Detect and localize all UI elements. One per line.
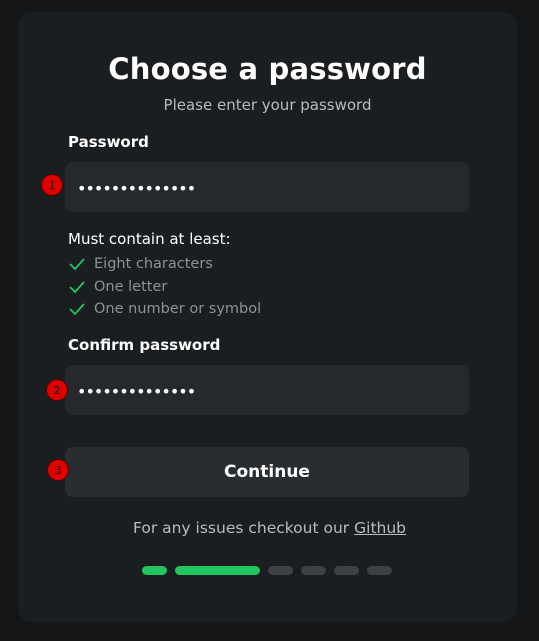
- progress-step: [142, 566, 167, 575]
- requirements-title: Must contain at least:: [68, 230, 231, 248]
- confirm-password-input[interactable]: [75, 365, 459, 417]
- check-icon: [69, 303, 85, 316]
- requirement-text: Eight characters: [94, 256, 213, 273]
- requirement-item: One number or symbol: [68, 298, 261, 321]
- check-icon: [69, 281, 85, 294]
- confirm-password-label: Confirm password: [68, 336, 221, 354]
- password-field-container: [65, 162, 469, 214]
- footer-text: For any issues checkout our Github: [0, 519, 539, 537]
- page-title: Choose a password: [108, 52, 427, 86]
- progress-step: [175, 566, 260, 575]
- requirement-item: Eight characters: [68, 253, 261, 276]
- requirement-item: One letter: [68, 276, 261, 299]
- password-input[interactable]: [75, 162, 459, 214]
- requirement-text: One number or symbol: [94, 301, 262, 318]
- continue-button[interactable]: Continue: [65, 447, 469, 497]
- confirm-password-field-container: [65, 365, 469, 417]
- annotation-marker-1: 1: [41, 174, 63, 196]
- annotation-marker-3: 3: [47, 459, 69, 481]
- password-label: Password: [68, 133, 149, 151]
- github-link[interactable]: Github: [354, 519, 406, 537]
- progress-step: [334, 566, 359, 575]
- progress-step: [268, 566, 293, 575]
- check-icon: [69, 258, 85, 271]
- annotation-marker-2: 2: [46, 379, 68, 401]
- page-subtitle: Please enter your password: [163, 96, 372, 114]
- requirements-list: Eight characters One letter One number o…: [68, 253, 261, 321]
- requirement-text: One letter: [94, 278, 168, 295]
- progress-step: [367, 566, 392, 575]
- footer-message: For any issues checkout our: [132, 519, 350, 537]
- progress-step: [301, 566, 326, 575]
